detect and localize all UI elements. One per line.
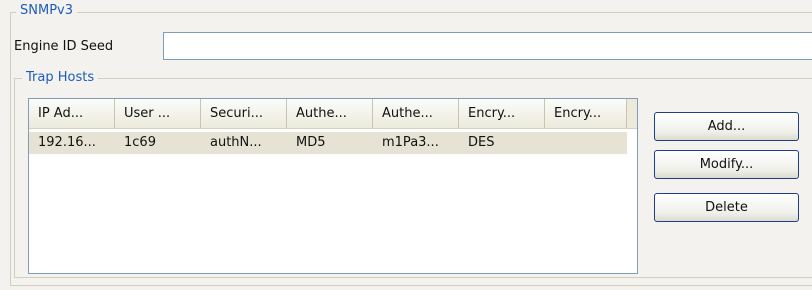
- column-header-encryption-2[interactable]: Encry...: [545, 99, 627, 128]
- column-header-security[interactable]: Securi...: [201, 99, 287, 128]
- column-header-auth-1[interactable]: Authe...: [287, 99, 373, 128]
- column-header-ip-address[interactable]: IP Ad...: [29, 99, 115, 128]
- engine-id-seed-label: Engine ID Seed: [14, 39, 114, 54]
- trap-hosts-list[interactable]: IP Ad... User ... Securi... Authe... Aut…: [28, 98, 638, 274]
- table-row[interactable]: 192.16... 1c69 authN... MD5 m1Pa3... DES: [29, 132, 627, 154]
- delete-button[interactable]: Delete: [654, 193, 799, 222]
- list-header: IP Ad... User ... Securi... Authe... Aut…: [29, 99, 637, 129]
- column-header-user[interactable]: User ...: [115, 99, 201, 128]
- trap-hosts-group-title: Trap Hosts: [22, 71, 99, 85]
- column-header-encryption-1[interactable]: Encry...: [459, 99, 545, 128]
- cell-encryption-1: DES: [468, 135, 495, 150]
- engine-id-seed-input[interactable]: [163, 32, 812, 60]
- add-button[interactable]: Add...: [654, 112, 799, 141]
- modify-button[interactable]: Modify...: [654, 150, 799, 179]
- cell-auth-1: MD5: [296, 135, 326, 150]
- cell-ip-address: 192.16...: [38, 135, 96, 150]
- column-header-auth-2[interactable]: Authe...: [373, 99, 459, 128]
- cell-user: 1c69: [124, 135, 156, 150]
- cell-auth-2: m1Pa3...: [382, 135, 439, 150]
- snmpv3-group-title: SNMPv3: [16, 4, 77, 18]
- cell-security: authN...: [210, 135, 262, 150]
- cell-encryption-2: [545, 132, 627, 154]
